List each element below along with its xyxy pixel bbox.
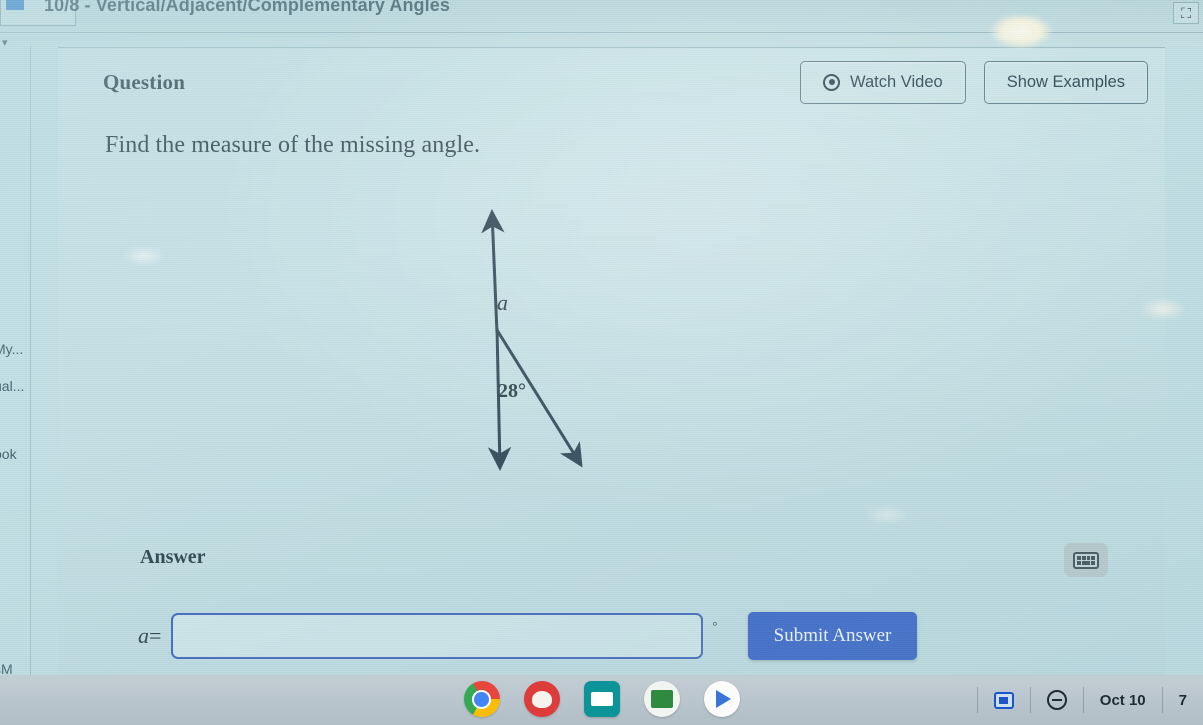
- do-not-disturb-button[interactable]: [1031, 675, 1083, 725]
- teal-app-icon[interactable]: [583, 681, 620, 717]
- watch-video-label: Watch Video: [850, 72, 943, 91]
- show-examples-button[interactable]: Show Examples: [983, 60, 1148, 104]
- question-prompt: Find the measure of the missing angle.: [105, 132, 481, 158]
- answer-equals: =: [149, 623, 162, 648]
- angle-diagram-svg: [481, 209, 583, 471]
- left-sidebar-strip: My... ual... ook sM: [0, 46, 58, 677]
- angle-label-28: 28°: [498, 380, 526, 402]
- chromebook-screen: 10/8 - Vertical/Adjacent/Complementary A…: [0, 0, 1203, 725]
- fullscreen-icon[interactable]: ⛶: [1173, 2, 1199, 24]
- keyboard-icon: [1073, 551, 1099, 569]
- submit-answer-button[interactable]: Submit Answer: [747, 612, 918, 660]
- shelf-date[interactable]: Oct 10: [1084, 675, 1162, 725]
- angle-diagram: a 28°: [440, 190, 650, 490]
- cast-button[interactable]: [978, 675, 1030, 725]
- keyboard-toggle-button[interactable]: [1064, 543, 1108, 577]
- question-header-actions: Watch Video Show Examples: [800, 60, 1148, 104]
- site-favicon: [6, 0, 24, 10]
- shelf-battery[interactable]: 7: [1163, 675, 1203, 725]
- browser-tab-title[interactable]: 10/8 - Vertical/Adjacent/Complementary A…: [44, 0, 450, 16]
- chromeos-shelf: Oct 10 7: [0, 675, 1203, 725]
- answer-variable: a: [138, 623, 149, 648]
- play-circle-icon: [823, 73, 841, 91]
- page-title: Question: [103, 69, 186, 94]
- angle-label-a: a: [497, 290, 508, 315]
- cast-icon: [993, 691, 1014, 709]
- sidebar-item-ual[interactable]: ual...: [0, 378, 24, 394]
- degree-symbol: °: [712, 618, 718, 633]
- answer-title: Answer: [140, 546, 206, 568]
- do-not-disturb-icon: [1046, 690, 1067, 710]
- watch-video-button[interactable]: Watch Video: [800, 60, 966, 104]
- browser-chrome: 10/8 - Vertical/Adjacent/Complementary A…: [0, 0, 1203, 46]
- card-top-divider: [58, 47, 1165, 48]
- sidebar-item-ook[interactable]: ook: [0, 446, 17, 462]
- paint-icon[interactable]: [523, 681, 560, 717]
- show-examples-label: Show Examples: [1006, 72, 1125, 91]
- rail-divider-inner: [30, 46, 31, 675]
- answer-row: a= ° Submit Answer: [138, 612, 918, 660]
- shelf-app-list: [463, 681, 740, 717]
- google-classroom-icon[interactable]: [643, 681, 680, 717]
- chrome-divider: [0, 32, 1203, 33]
- shelf-status-tray[interactable]: Oct 10 7: [976, 675, 1203, 725]
- play-store-icon[interactable]: [703, 681, 740, 717]
- question-header: Question Watch Video Show Examples: [103, 58, 1148, 106]
- sidebar-item-my[interactable]: My...: [0, 341, 23, 357]
- chrome-icon[interactable]: [463, 681, 500, 717]
- answer-variable-label: a=: [138, 623, 161, 649]
- answer-input[interactable]: [171, 613, 704, 659]
